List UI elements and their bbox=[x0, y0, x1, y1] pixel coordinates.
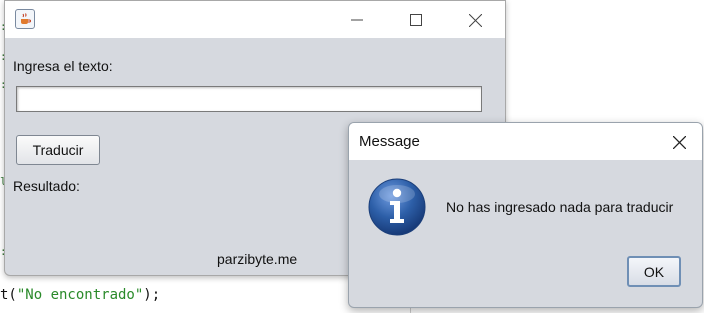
dialog-titlebar[interactable]: Message bbox=[349, 123, 702, 160]
dialog-close-button[interactable] bbox=[664, 130, 694, 154]
input-label: Ingresa el texto: bbox=[13, 58, 113, 74]
code-text: ); bbox=[143, 287, 161, 303]
ok-button[interactable]: OK bbox=[627, 256, 681, 287]
maximize-icon bbox=[410, 14, 422, 26]
footer-text: parzibyte.me bbox=[217, 251, 298, 267]
dialog-message: No has ingresado nada para traducir bbox=[446, 199, 674, 215]
minimize-icon bbox=[351, 19, 363, 21]
code-string-literal: "No encontrado" bbox=[16, 287, 144, 303]
main-titlebar[interactable] bbox=[5, 1, 505, 38]
code-line: t("No encontrado"); bbox=[0, 287, 160, 303]
code-text: t( bbox=[0, 287, 17, 303]
java-cup-icon bbox=[15, 9, 35, 29]
maximize-button[interactable] bbox=[393, 6, 439, 34]
message-dialog: Message No has ingresado nada para tradu… bbox=[348, 122, 703, 308]
close-icon bbox=[672, 135, 686, 149]
close-button[interactable] bbox=[452, 6, 498, 34]
translate-button[interactable]: Traducir bbox=[16, 135, 100, 165]
result-label: Resultado: bbox=[13, 178, 80, 194]
text-input[interactable] bbox=[16, 86, 482, 112]
close-icon bbox=[468, 13, 482, 27]
info-icon bbox=[368, 178, 426, 236]
minimize-button[interactable] bbox=[334, 6, 380, 34]
dialog-title: Message bbox=[359, 133, 420, 150]
